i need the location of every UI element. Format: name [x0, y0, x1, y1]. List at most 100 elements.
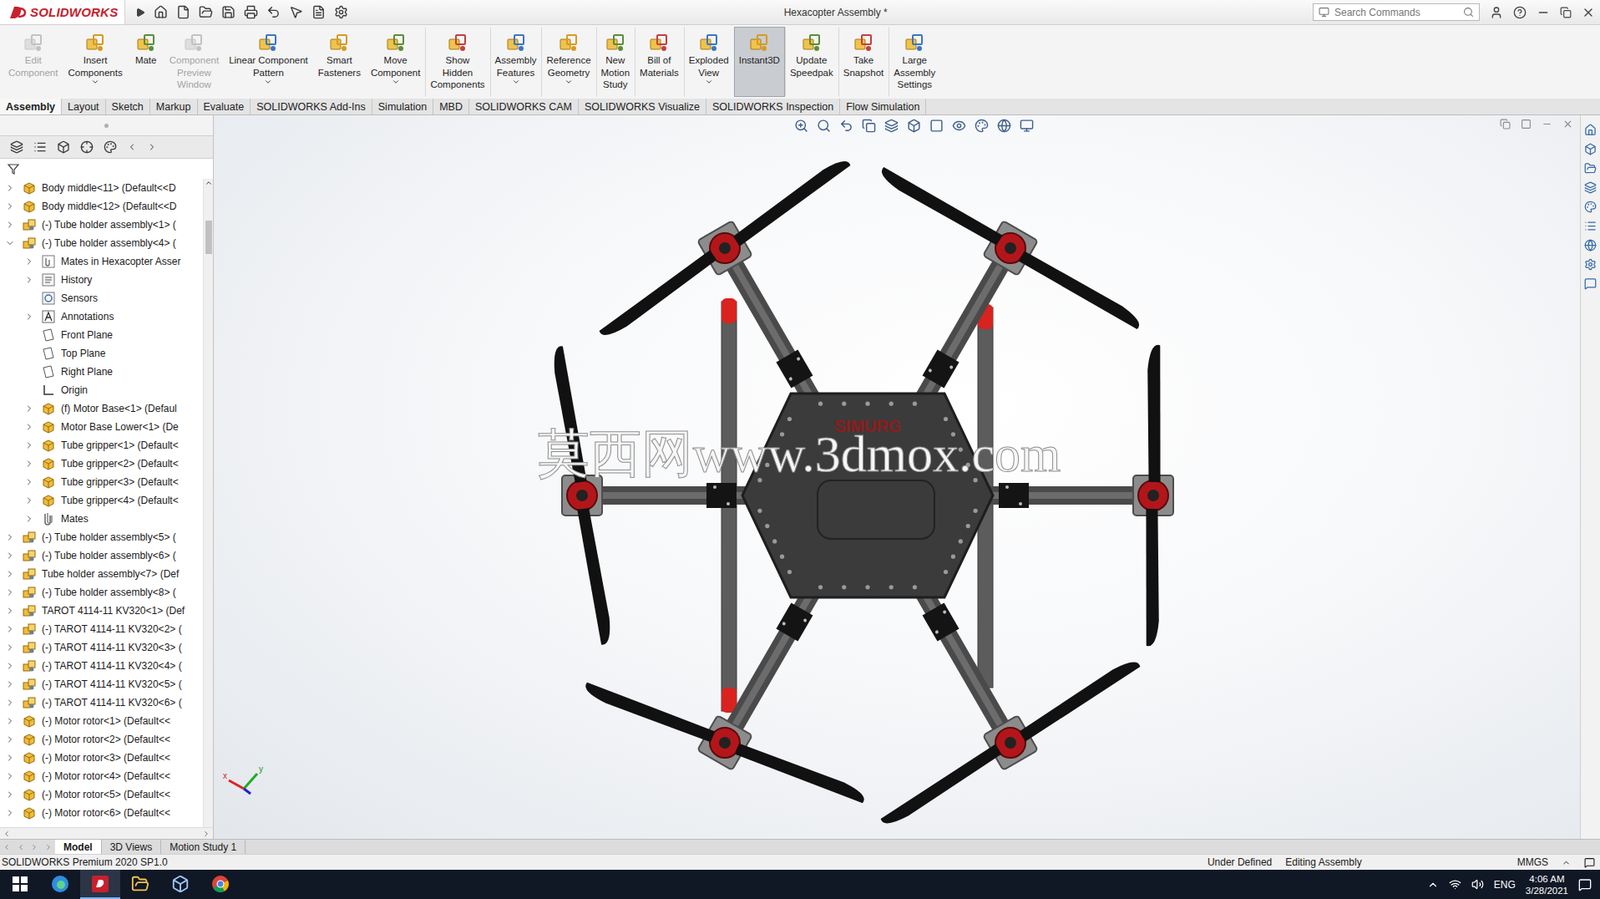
tree-filter[interactable] — [0, 158, 213, 179]
expand-arrow-icon[interactable] — [5, 734, 16, 745]
dimxpert-icon[interactable] — [80, 140, 94, 154]
resources-icon[interactable] — [1584, 123, 1597, 137]
command-tab[interactable]: MBD — [433, 98, 470, 115]
input-language[interactable]: ENG — [1493, 878, 1516, 891]
zoom-area-icon[interactable] — [816, 118, 831, 133]
clock[interactable]: 4:06 AM3/28/2021 — [1525, 872, 1569, 897]
tree-item[interactable]: (-) Tube holder assembly<8> ( — [0, 582, 203, 602]
previous-view-icon[interactable] — [839, 118, 854, 133]
command-button[interactable]: InsertComponents — [62, 26, 127, 97]
expand-arrow-icon[interactable] — [5, 642, 16, 653]
command-button[interactable]: Linear ComponentPattern — [223, 26, 314, 97]
help-icon[interactable] — [1513, 5, 1527, 20]
restore-icon[interactable] — [1559, 6, 1572, 19]
view-orientation-icon[interactable] — [906, 118, 922, 133]
tree-item[interactable]: Mates in Hexacopter Asser — [0, 252, 203, 271]
command-tab[interactable]: SOLIDWORKS Inspection — [706, 98, 841, 115]
command-tab[interactable]: SOLIDWORKS Visualize — [578, 98, 707, 115]
print-icon[interactable] — [243, 5, 259, 20]
tree-item[interactable]: (-) TAROT 4114-11 KV320<6> ( — [0, 693, 203, 712]
expand-arrow-icon[interactable] — [24, 476, 35, 487]
expand-arrow-icon[interactable] — [24, 421, 35, 432]
expand-arrow-icon[interactable] — [24, 458, 35, 469]
tree-item[interactable]: (-) Tube holder assembly<1> ( — [0, 215, 203, 234]
tooltip-toggle-icon[interactable] — [1584, 856, 1595, 868]
section-view-icon[interactable] — [861, 118, 876, 133]
command-tab[interactable]: Layout — [61, 98, 107, 115]
volume-icon[interactable] — [1471, 877, 1484, 891]
tree-horizontal-scrollbar[interactable] — [0, 826, 213, 839]
search-icon[interactable] — [1463, 6, 1474, 18]
user-icon[interactable] — [1489, 5, 1504, 20]
command-button[interactable]: ShowHiddenComponents — [425, 26, 490, 97]
tree-item[interactable]: Body middle<11> (Default<<D — [0, 178, 203, 198]
command-button[interactable]: ReferenceGeometry — [541, 26, 596, 97]
hidden-icons-icon[interactable] — [1427, 878, 1439, 891]
custom-properties-icon[interactable] — [1584, 219, 1597, 233]
dynamic-annotation-icon[interactable] — [884, 118, 899, 133]
model-tab[interactable]: Motion Study 1 — [161, 839, 246, 854]
view-palette-icon[interactable] — [1584, 181, 1597, 194]
expand-arrow-icon[interactable] — [24, 256, 35, 267]
next-tab-icon[interactable] — [30, 842, 39, 851]
design-library-icon[interactable] — [1584, 142, 1597, 156]
tile-icon[interactable] — [1499, 118, 1511, 130]
home-icon[interactable] — [153, 5, 168, 20]
expand-arrow-icon[interactable] — [5, 715, 16, 726]
community-icon[interactable] — [1584, 238, 1597, 252]
tree-item[interactable]: (-) Motor rotor<1> (Default<< — [0, 711, 203, 730]
command-button[interactable]: SmartFasteners — [313, 26, 366, 97]
tree-item[interactable]: (-) TAROT 4114-11 KV320<5> ( — [0, 674, 203, 694]
display-manager-icon[interactable] — [103, 140, 117, 154]
file-explorer-button[interactable] — [120, 869, 161, 899]
tree-item[interactable]: (-) Tube holder assembly<6> ( — [0, 546, 203, 565]
display-style-icon[interactable] — [929, 118, 944, 133]
expand-arrow-icon[interactable] — [5, 697, 16, 708]
expand-arrow-icon[interactable] — [5, 550, 16, 561]
expand-arrow-icon[interactable] — [5, 531, 16, 542]
scroll-up-icon[interactable] — [204, 178, 213, 188]
command-tab[interactable]: Evaluate — [197, 98, 252, 115]
tree-item[interactable]: (f) Motor Base<1> (Defaul — [0, 399, 203, 418]
command-tab[interactable]: Simulation — [372, 98, 434, 115]
dropdown-arrow-icon[interactable] — [263, 77, 273, 87]
tree-item[interactable]: (-) Motor rotor<6> (Default<< — [0, 803, 203, 822]
network-icon[interactable] — [1448, 877, 1462, 891]
tree-item[interactable]: (-) TAROT 4114-11 KV320<2> ( — [0, 619, 203, 638]
tree-item[interactable]: (-) Motor rotor<2> (Default<< — [0, 729, 203, 749]
menu-expand-icon[interactable] — [135, 7, 146, 18]
doc-close-icon[interactable] — [1562, 118, 1574, 130]
scroll-right-icon[interactable] — [202, 829, 211, 838]
3d-viewer-button[interactable] — [160, 869, 201, 899]
open-icon[interactable] — [198, 5, 213, 20]
model-canvas[interactable]: SIMURG莫西网www.3dmox.comxy — [213, 115, 1580, 839]
tree-item[interactable]: (-) Motor rotor<5> (Default<< — [0, 784, 203, 804]
view-settings-icon[interactable] — [1019, 118, 1034, 133]
save-icon[interactable] — [221, 5, 236, 20]
model-tab[interactable]: Model — [55, 839, 102, 854]
dropdown-arrow-icon[interactable] — [564, 77, 573, 87]
undo-icon[interactable] — [266, 5, 281, 20]
configuration-manager-icon[interactable] — [56, 140, 71, 154]
expand-arrow-icon[interactable] — [24, 513, 35, 524]
model-tab[interactable]: 3D Views — [101, 839, 162, 854]
command-tab[interactable]: Markup — [150, 98, 198, 115]
command-tab[interactable]: SOLIDWORKS CAM — [469, 98, 579, 115]
tree-item[interactable]: Right Plane — [0, 362, 203, 381]
expand-arrow-icon[interactable] — [5, 807, 16, 818]
edge-button[interactable] — [40, 869, 81, 899]
start-button[interactable] — [0, 869, 41, 899]
expand-arrow-icon[interactable] — [5, 201, 16, 212]
expand-arrow-icon[interactable] — [5, 770, 16, 781]
expand-arrow-icon[interactable] — [5, 660, 16, 671]
solidworks-forum-icon[interactable] — [1584, 258, 1597, 271]
tree-item[interactable]: (-) TAROT 4114-11 KV320<4> ( — [0, 656, 203, 675]
command-button[interactable]: Bill ofMaterials — [634, 26, 684, 97]
file-explorer-icon[interactable] — [1584, 162, 1597, 175]
command-tab[interactable]: Sketch — [106, 98, 151, 115]
property-manager-icon[interactable] — [33, 140, 47, 154]
search-box[interactable]: Search Commands — [1312, 3, 1480, 21]
scroll-left-icon[interactable] — [2, 829, 11, 838]
tree-item[interactable]: Front Plane — [0, 325, 203, 345]
dropdown-arrow-icon[interactable] — [704, 77, 714, 87]
